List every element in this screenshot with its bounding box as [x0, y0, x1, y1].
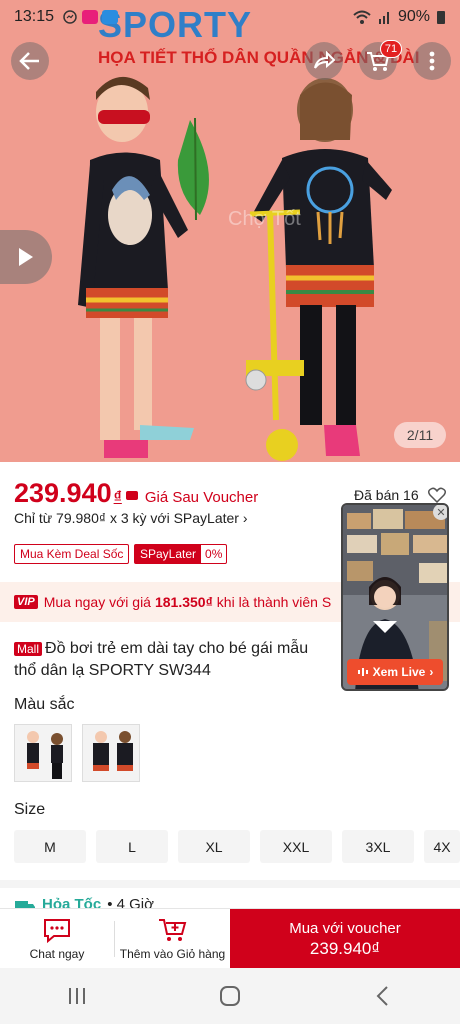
installment-info[interactable]: Chỉ từ 79.980₫ x 3 kỳ với SPayLater ›	[14, 510, 248, 526]
size-option[interactable]: XXL	[260, 830, 332, 863]
color-thumbnail-image	[83, 725, 139, 781]
product-title-text: Đồ bơi trẻ em dài tay cho bé gái mẫu thổ…	[14, 640, 309, 679]
close-live-button[interactable]: ✕	[433, 505, 447, 520]
image-counter: 2/11	[394, 422, 446, 448]
color-option-2[interactable]	[82, 724, 140, 782]
mall-badge: Mall	[14, 642, 43, 656]
size-option[interactable]: XL	[178, 830, 250, 863]
app-notification-icon	[82, 10, 99, 24]
color-option-1[interactable]	[14, 724, 72, 782]
product-title: Mall Đồ bơi trẻ em dài tay cho bé gái mẫu…	[14, 638, 334, 682]
arrow-left-icon	[19, 52, 39, 70]
voucher-icon	[125, 491, 138, 500]
share-icon	[314, 51, 335, 69]
chat-icon	[44, 919, 70, 943]
home-icon[interactable]	[218, 984, 242, 1008]
buy-price: 239.940₫	[309, 938, 381, 958]
notification-icons	[62, 9, 119, 25]
price-currency: ₫	[113, 489, 122, 506]
back-nav-icon[interactable]	[371, 984, 395, 1008]
live-stream-preview[interactable]: ✕ Xem Live ›	[341, 503, 449, 691]
battery-icon	[437, 11, 445, 24]
watch-live-button[interactable]: Xem Live ›	[347, 659, 443, 685]
add-to-cart-button[interactable]: Thêm vào Giỏ hàng	[115, 909, 230, 969]
system-nav-bar	[0, 968, 460, 1024]
vip-prefix: Mua ngay với giá	[43, 594, 151, 610]
bottom-action-bar: Chat ngay Thêm vào Giỏ hàng Mua với vouc…	[0, 908, 460, 969]
chevron-right-icon: ›	[429, 665, 434, 679]
vip-price: 181.350₫	[154, 594, 213, 610]
status-time: 13:15	[14, 8, 55, 25]
size-option[interactable]: M	[14, 830, 86, 863]
play-video-button[interactable]	[0, 230, 52, 284]
add-to-cart-label: Thêm vào Giỏ hàng	[119, 947, 226, 961]
size-option[interactable]: L	[96, 830, 168, 863]
signal-icon	[378, 12, 389, 24]
back-button[interactable]	[11, 42, 49, 80]
voucher-price-label: Giá Sau Voucher	[144, 489, 259, 506]
zalo-icon	[102, 10, 119, 24]
product-page: Chợ Tốt 13:15 90% SPORTY HỌA TIẾT THỔ DÂ…	[0, 0, 460, 1024]
more-button[interactable]	[413, 42, 451, 80]
heart-icon[interactable]	[428, 487, 446, 503]
wifi-icon	[353, 10, 371, 24]
size-option[interactable]: 3XL	[342, 830, 414, 863]
color-section-label: Màu sắc	[14, 696, 75, 713]
close-icon: ✕	[436, 506, 446, 519]
vip-badge: VIP	[14, 595, 38, 609]
installment-text: Chỉ từ 79.980₫ x 3 kỳ với SPayLater	[14, 510, 239, 526]
section-divider	[0, 880, 460, 888]
deal-tag[interactable]: Mua Kèm Deal Sốc	[14, 544, 130, 564]
size-option[interactable]: 4X	[424, 830, 460, 863]
vip-suffix: khi là thành viên S	[216, 594, 332, 610]
price-amount: 239.940	[14, 478, 112, 508]
messenger-icon	[63, 10, 77, 24]
sold-count: Đã bán 16	[354, 487, 419, 503]
add-cart-icon	[158, 919, 186, 941]
status-bar: 13:15 90%	[0, 0, 460, 34]
spaylater-tag[interactable]: SPayLater 0%	[134, 544, 228, 564]
spaylater-rate: 0%	[205, 547, 223, 561]
live-wave-icon	[357, 668, 368, 676]
recent-apps-icon[interactable]	[65, 986, 89, 1006]
watch-live-label: Xem Live	[372, 665, 426, 679]
product-image-carousel[interactable]: Chợ Tốt 13:15 90% SPORTY HỌA TIẾT THỔ DÂ…	[0, 0, 460, 462]
more-vertical-icon	[429, 51, 435, 71]
play-icon	[19, 248, 33, 266]
chevron-right-icon: ›	[242, 510, 248, 526]
status-right: 90%	[352, 8, 446, 26]
size-section-label: Size	[14, 801, 46, 818]
cart-count-badge: 71	[380, 40, 402, 58]
buy-label: Mua với voucher	[289, 919, 401, 937]
battery-percent: 90%	[397, 8, 430, 25]
share-button[interactable]	[305, 42, 343, 80]
price-row: 239.940 ₫ Giá Sau Voucher	[14, 478, 258, 509]
chat-label: Chat ngay	[29, 947, 85, 961]
chat-button[interactable]: Chat ngay	[0, 909, 114, 969]
color-thumbnail-image	[15, 725, 71, 781]
buy-with-voucher-button[interactable]: Mua với voucher 239.940₫	[230, 909, 460, 969]
spaylater-label: SPayLater	[135, 545, 202, 563]
svg-text:Chợ Tốt: Chợ Tốt	[228, 208, 301, 230]
